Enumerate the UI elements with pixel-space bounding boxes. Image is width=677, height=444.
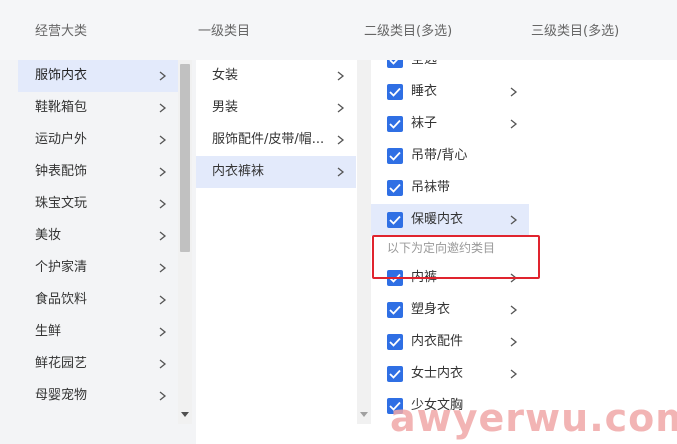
chevron-right-icon [336,124,346,156]
level2-category-label: 袜子 [411,116,438,131]
chevron-right-icon [158,220,168,252]
level2-category-item[interactable]: 袜子 [371,108,529,140]
level2-category-label: 女士内衣 [411,366,464,381]
checkbox-checked-icon[interactable] [387,302,403,318]
major-category-item[interactable]: 个护家清 [18,252,178,284]
chevron-right-icon [509,76,519,108]
chevron-right-icon [509,204,519,236]
major-category-item[interactable]: 美妆 [18,220,178,252]
checkbox-checked-icon[interactable] [387,148,403,164]
major-category-item[interactable]: 服饰内衣 [18,60,178,92]
highlight-box [372,235,540,279]
major-category-item[interactable]: 鞋靴箱包 [18,92,178,124]
chevron-right-icon [336,156,346,188]
scroll-down-arrow-icon[interactable] [181,403,189,422]
major-category-label: 鲜花园艺 [35,356,88,371]
level2-category-label: 睡衣 [411,84,438,99]
level3-category-list [529,60,677,444]
chevron-right-icon [158,380,168,412]
major-category-item[interactable]: 钟表配饰 [18,156,178,188]
chevron-right-icon [158,60,168,92]
level1-category-item[interactable]: 男装 [196,92,356,124]
major-category-label: 美妆 [35,228,62,243]
level2-category-label: 塑身衣 [411,302,451,317]
level2-invited-item[interactable]: 内衣配件 [371,326,529,358]
major-category-label: 鞋靴箱包 [35,100,88,115]
checkbox-checked-icon[interactable] [387,212,403,228]
checkbox-checked-icon[interactable] [387,366,403,382]
chevron-right-icon [158,156,168,188]
level2-category-label: 吊带/背心 [411,148,468,163]
chevron-right-icon [158,284,168,316]
major-category-scrollbar[interactable] [178,60,192,424]
level1-category-item[interactable]: 服饰配件/皮带/帽... [196,124,356,156]
level2-category-item[interactable]: 睡衣 [371,76,529,108]
major-category-label: 母婴宠物 [35,388,88,403]
major-category-item[interactable]: 母婴宠物 [18,380,178,412]
header-major-category: 经营大类 [35,24,88,39]
chevron-right-icon [158,252,168,284]
major-category-label: 珠宝文玩 [35,196,88,211]
chevron-right-icon [509,358,519,390]
major-category-list: 服饰内衣 鞋靴箱包 运动户外 钟表配饰 珠宝文玩 美妆 个护家清 食品饮料 生鲜… [0,60,196,444]
level1-category-item[interactable]: 内衣裤袜 [196,156,356,188]
level1-category-label: 男装 [212,100,239,115]
chevron-right-icon [509,294,519,326]
major-category-item[interactable]: 运动户外 [18,124,178,156]
major-category-label: 服饰内衣 [35,68,88,83]
chevron-right-icon [158,188,168,220]
major-category-label: 生鲜 [35,324,62,339]
chevron-right-icon [158,348,168,380]
chevron-right-icon [336,92,346,124]
column-header-bar: 经营大类 一级类目 二级类目(多选) 三级类目(多选) [0,0,677,60]
level1-category-label: 内衣裤袜 [212,164,265,179]
level1-category-list: 女装 男装 服饰配件/皮带/帽... 内衣裤袜 [196,60,371,444]
chevron-right-icon [158,92,168,124]
major-category-item[interactable]: 鲜花园艺 [18,348,178,380]
checkbox-checked-icon[interactable] [387,116,403,132]
watermark: awyerwu.com [390,396,677,440]
level2-category-item[interactable]: 全选 [371,60,529,76]
checkbox-checked-icon[interactable] [387,334,403,350]
level2-category-label: 内衣配件 [411,334,464,349]
checkbox-checked-icon[interactable] [387,180,403,196]
chevron-right-icon [509,108,519,140]
checkbox-checked-icon[interactable] [387,60,403,68]
major-category-label: 个护家清 [35,260,88,275]
level2-category-item[interactable]: 吊带/背心 [371,140,529,172]
level1-scrollbar[interactable] [357,60,371,424]
header-level2: 二级类目(多选) [364,24,453,39]
level1-category-label: 服饰配件/皮带/帽... [212,132,325,147]
level2-invited-item[interactable]: 塑身衣 [371,294,529,326]
scrollbar-thumb[interactable] [180,64,190,252]
header-level1: 一级类目 [198,24,251,39]
header-level3: 三级类目(多选) [531,24,620,39]
scroll-down-arrow-icon[interactable] [360,403,368,422]
chevron-right-icon [336,60,346,92]
chevron-right-icon [509,326,519,358]
level2-invited-item[interactable]: 女士内衣 [371,358,529,390]
level1-category-item[interactable]: 女装 [196,60,356,92]
major-category-label: 运动户外 [35,132,88,147]
major-category-item[interactable]: 珠宝文玩 [18,188,178,220]
level2-category-label: 全选 [411,60,437,67]
chevron-right-icon [158,124,168,156]
major-category-label: 食品饮料 [35,292,88,307]
major-category-label: 钟表配饰 [35,164,88,179]
chevron-right-icon [158,316,168,348]
level2-category-item[interactable]: 吊袜带 [371,172,529,204]
level2-category-label: 吊袜带 [411,180,451,195]
level1-category-label: 女装 [212,68,239,83]
level2-category-label: 保暖内衣 [411,212,464,227]
major-category-item[interactable]: 生鲜 [18,316,178,348]
checkbox-checked-icon[interactable] [387,84,403,100]
major-category-item[interactable]: 食品饮料 [18,284,178,316]
